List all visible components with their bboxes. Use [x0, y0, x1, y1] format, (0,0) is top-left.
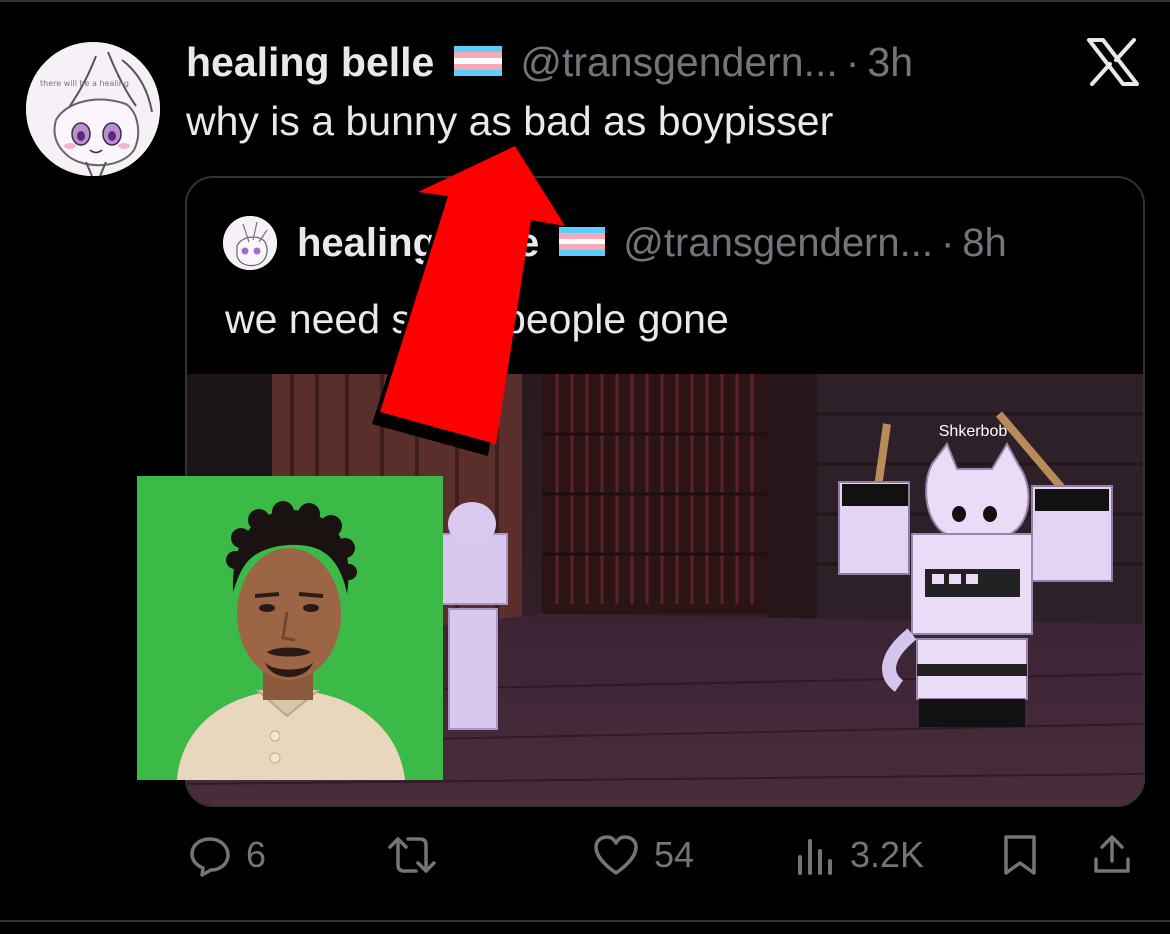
author-avatar[interactable]: there will be a healing [26, 42, 160, 176]
top-divider [0, 0, 1170, 2]
retweet-button[interactable] [386, 830, 452, 880]
bookmark-button[interactable] [1000, 830, 1040, 880]
bottom-divider [0, 920, 1170, 922]
share-icon [1094, 835, 1130, 873]
tweet-text: why is a bunny as bad as boypisser [186, 98, 834, 144]
views-button[interactable]: 3.2K [796, 830, 924, 880]
tweet-action-bar: 6 54 3.2K [0, 830, 1170, 880]
author-handle[interactable]: @transgendern... [520, 39, 837, 86]
reply-button[interactable]: 6 [188, 830, 266, 880]
like-icon [594, 835, 638, 875]
quoted-tweet-header: healing belle @transgendern... · 8h [297, 218, 1007, 268]
views-count: 3.2K [850, 834, 925, 875]
tweet-header: healing belle @transgendern... · 3h [186, 36, 913, 88]
tweet-time[interactable]: 3h [867, 39, 913, 86]
overlay-portrait-photo [137, 476, 443, 780]
trans-flag-icon [454, 39, 503, 86]
retweet-icon [388, 837, 436, 873]
author-name[interactable]: healing belle [186, 39, 434, 86]
trans-flag-icon [559, 221, 606, 266]
quoted-author-name[interactable]: healing belle [297, 221, 539, 266]
reply-count: 6 [246, 834, 267, 875]
separator-dot: · [845, 38, 860, 85]
bookmark-icon [1004, 835, 1036, 875]
like-button[interactable]: 54 [592, 830, 694, 880]
like-count: 54 [654, 834, 695, 875]
x-logo-icon [1087, 38, 1139, 86]
quoted-separator-dot: · [940, 220, 955, 265]
avatar-caption-text: there will be a healing [40, 79, 129, 88]
reply-icon [190, 837, 230, 877]
views-icon [798, 839, 832, 875]
quoted-tweet-text: we need some people gone [225, 296, 729, 342]
player-name-tag: Shkerbob [939, 423, 1008, 440]
quoted-tweet-time[interactable]: 8h [962, 221, 1007, 266]
share-button[interactable] [1090, 830, 1134, 880]
quoted-author-handle[interactable]: @transgendern... [623, 221, 933, 266]
quoted-author-avatar[interactable] [223, 216, 277, 270]
